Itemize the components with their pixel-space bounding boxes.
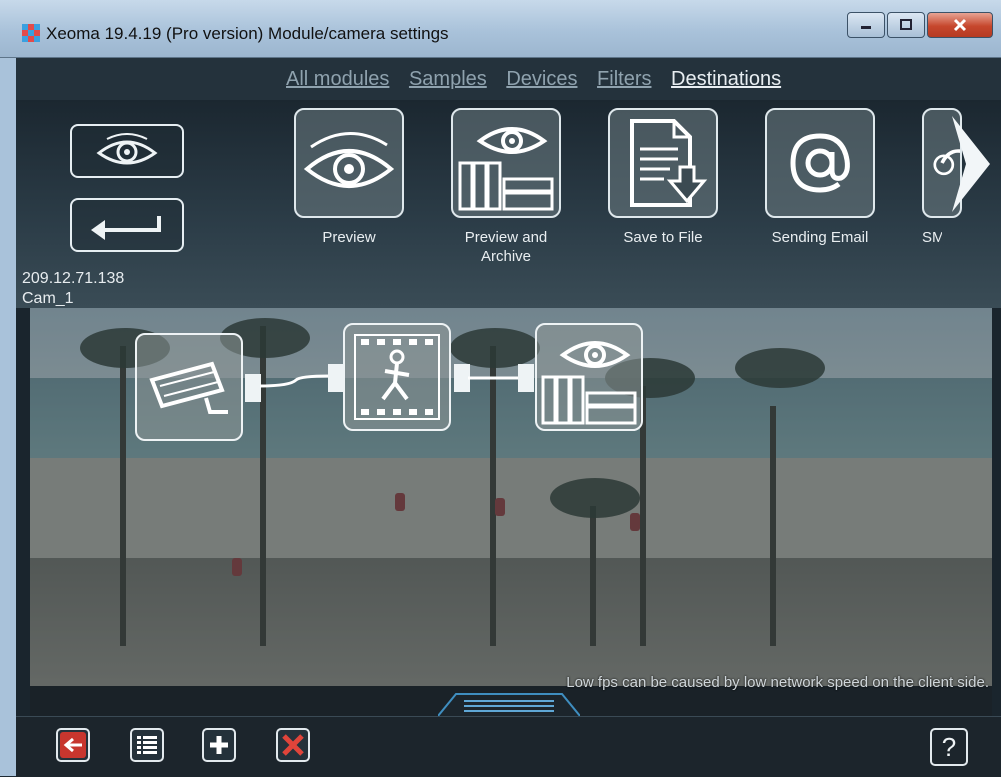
camera-name-label: Cam_1 <box>22 290 74 307</box>
panel-expand-handle-icon[interactable] <box>438 692 580 716</box>
module-label-preview: Preview <box>322 229 376 246</box>
chain-node-preview-archive[interactable] <box>535 323 643 431</box>
module-category-tabs: All modules Samples Devices Filters Dest… <box>16 58 1001 100</box>
eye-icon <box>96 133 158 165</box>
help-button[interactable]: ? <box>930 728 968 766</box>
tab-all-modules[interactable]: All modules <box>286 68 389 90</box>
camera-ip-label: 209.12.71.138 <box>22 270 125 287</box>
preview-archive-icon <box>541 341 637 425</box>
connector-plug <box>328 364 344 392</box>
chain-node-motion-detector[interactable] <box>343 323 451 431</box>
module-label-sending-email: Sending Email <box>771 229 869 246</box>
back-button[interactable] <box>70 198 184 252</box>
chain-node-camera[interactable] <box>135 333 243 441</box>
module-sending-email[interactable] <box>765 108 875 218</box>
list-icon <box>137 736 157 754</box>
eye-icon <box>303 132 395 188</box>
exit-button[interactable] <box>56 728 90 762</box>
tab-devices[interactable]: Devices <box>506 68 577 90</box>
motion-detector-icon <box>354 334 440 420</box>
connector-plug <box>245 374 261 402</box>
preview-eye-button[interactable] <box>70 124 184 178</box>
connector-wire <box>260 374 330 388</box>
tab-filters[interactable]: Filters <box>597 68 651 90</box>
module-label-save-to-file: Save to File <box>623 229 703 246</box>
tab-samples[interactable]: Samples <box>409 68 487 90</box>
module-label-sms: SM <box>922 229 942 246</box>
list-view-button[interactable] <box>130 728 164 762</box>
camera-module-icon <box>149 361 228 414</box>
return-arrow-icon <box>91 216 161 240</box>
module-preview-archive[interactable] <box>451 108 561 218</box>
save-file-icon <box>630 119 708 207</box>
tab-destinations[interactable]: Destinations <box>671 68 781 90</box>
maximize-button[interactable] <box>887 12 925 38</box>
xeoma-app-icon <box>22 24 40 42</box>
red-back-arrow-icon <box>60 732 86 758</box>
connector-wire <box>468 376 520 380</box>
red-x-icon <box>282 734 304 756</box>
add-button[interactable] <box>202 728 236 762</box>
plus-icon <box>210 736 228 754</box>
connector-plug <box>518 364 534 392</box>
delete-button[interactable] <box>276 728 310 762</box>
window-border-left <box>0 58 16 776</box>
minimize-button[interactable] <box>847 12 885 38</box>
low-fps-notice: Low fps can be caused by low network spe… <box>566 674 989 691</box>
module-save-to-file[interactable] <box>608 108 718 218</box>
module-label-preview-archive: Preview and Archive <box>464 229 548 265</box>
module-preview[interactable] <box>294 108 404 218</box>
close-button[interactable] <box>927 12 993 38</box>
title-bar: Xeoma 19.4.19 (Pro version) Module/camer… <box>0 0 1001 58</box>
eye-archive-icon <box>458 127 554 211</box>
window-title: Xeoma 19.4.19 (Pro version) Module/camer… <box>46 24 449 43</box>
scroll-right-arrow-icon[interactable] <box>948 112 994 216</box>
at-icon <box>790 133 850 193</box>
